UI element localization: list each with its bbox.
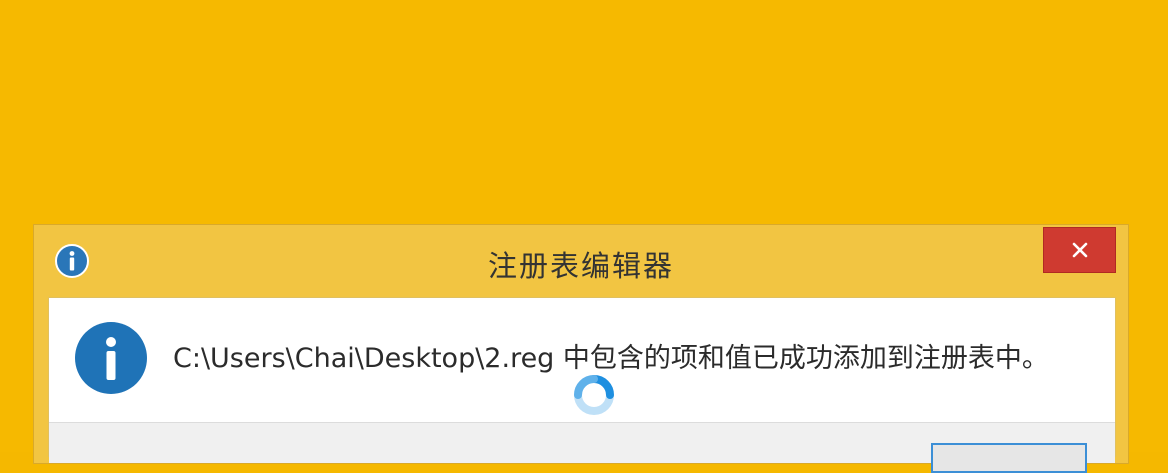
button-area — [49, 422, 1115, 473]
close-icon — [1072, 242, 1087, 258]
close-button[interactable] — [1043, 227, 1116, 273]
registry-editor-dialog: 注册表编辑器 C:\Users\Chai\Desktop\2.reg 中包含的项… — [33, 224, 1129, 473]
ok-button[interactable] — [931, 443, 1087, 473]
window-title: 注册表编辑器 — [487, 249, 674, 283]
dialog-content: C:\Users\Chai\Desktop\2.reg 中包含的项和值已成功添加… — [48, 297, 1116, 473]
info-icon — [75, 322, 147, 394]
busy-cursor-icon — [574, 375, 614, 415]
title-bar[interactable]: 注册表编辑器 — [34, 225, 1128, 297]
